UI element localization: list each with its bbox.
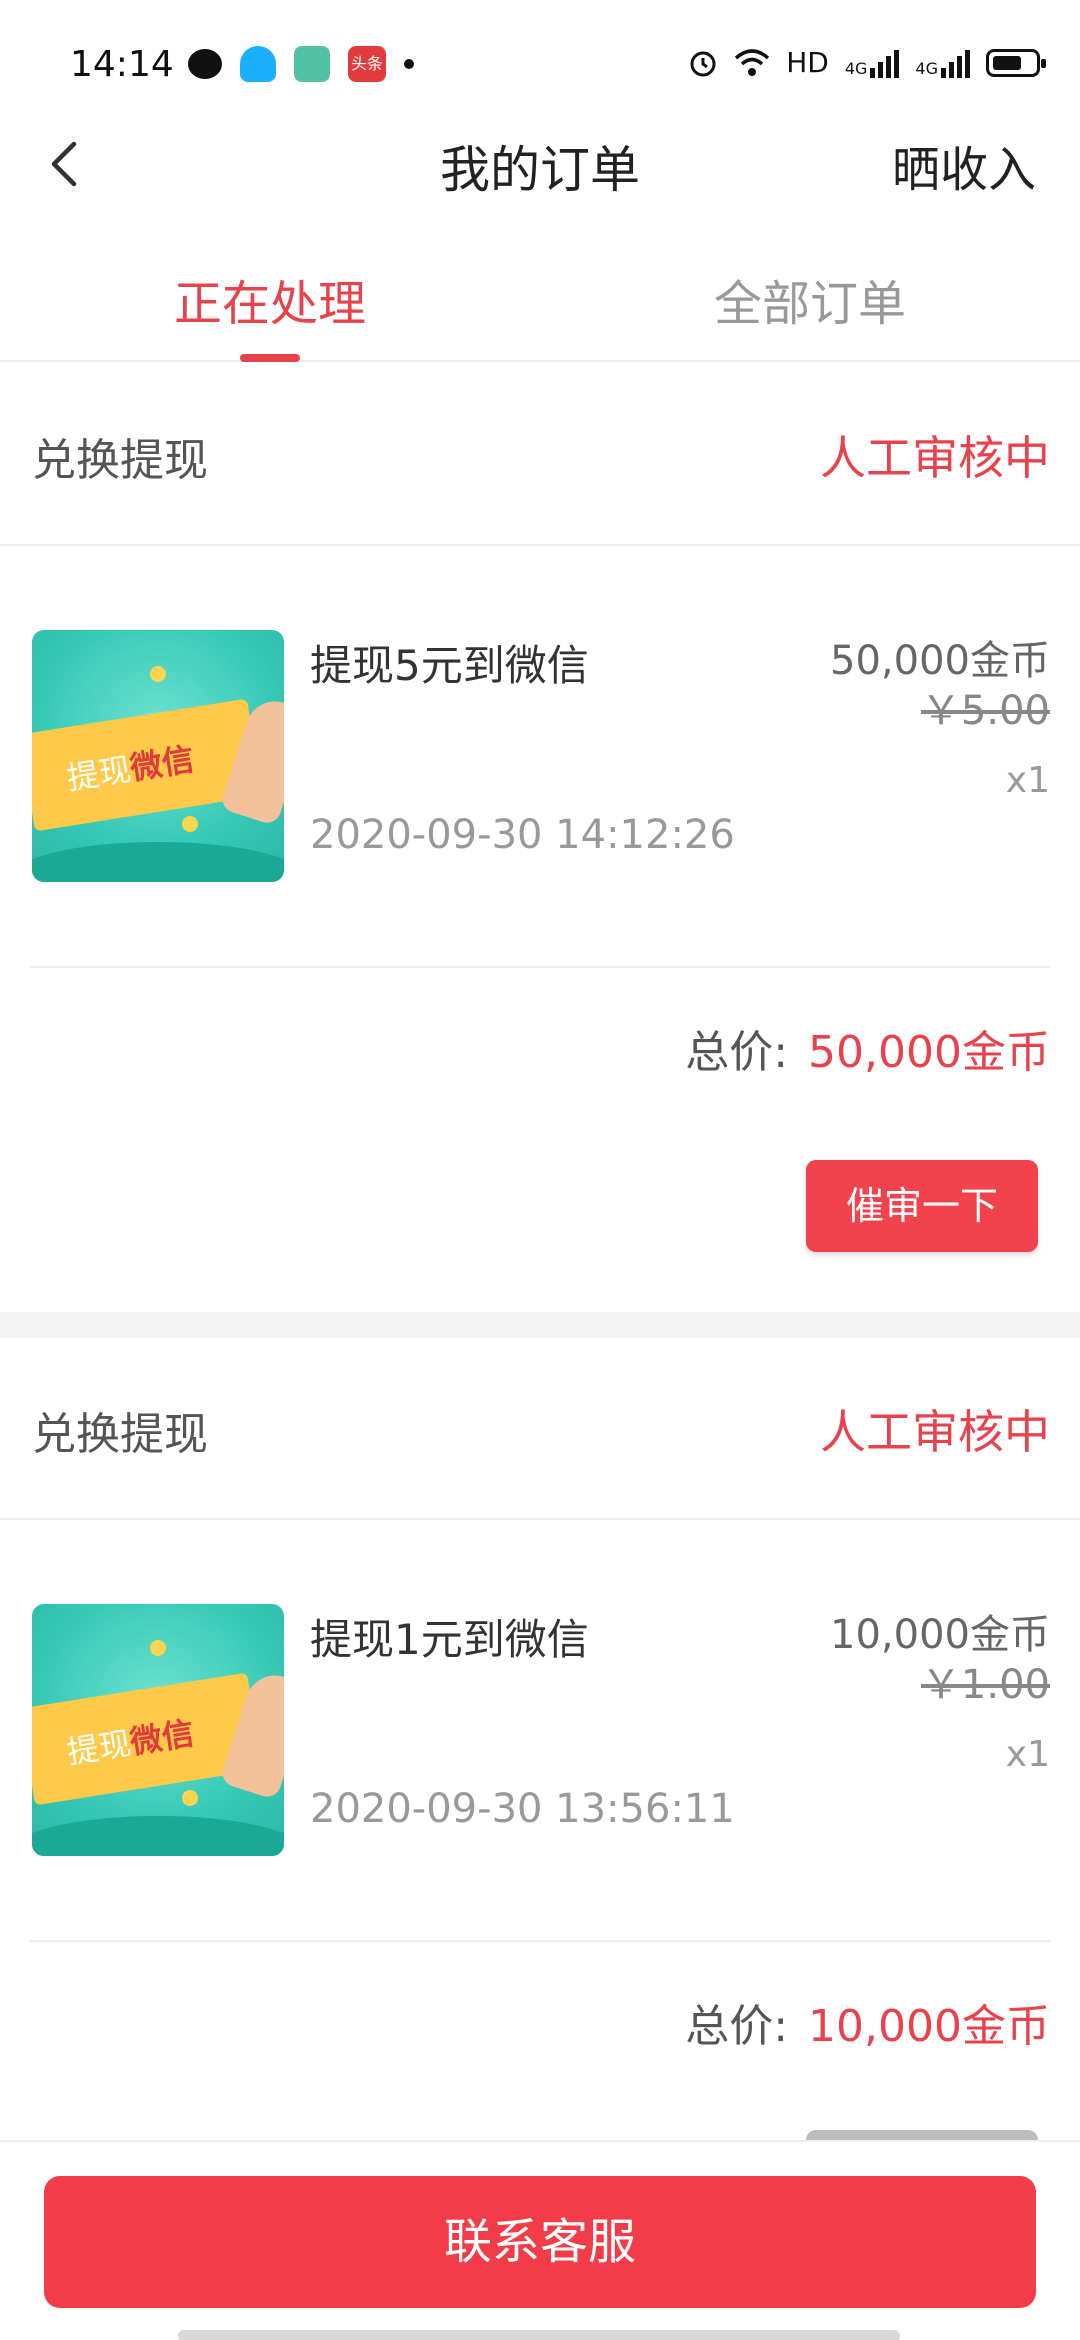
order-tabs: 正在处理 全部订单 bbox=[0, 250, 1080, 362]
order-footer: 总价: 50,000金币 催审一下 bbox=[30, 966, 1050, 1306]
ticket-graphic: 提现 微信 bbox=[32, 698, 263, 832]
product-thumbnail: 提现 微信 bbox=[32, 1604, 284, 1856]
urge-review-button[interactable]: 催审一下 bbox=[806, 1160, 1038, 1252]
bottom-bar: 联系客服 bbox=[0, 2140, 1080, 2340]
toutiao-icon: 头条 bbox=[348, 46, 386, 82]
share-income-button[interactable]: 晒收入 bbox=[892, 130, 1036, 200]
status-time: 14:14 bbox=[70, 44, 174, 85]
order-time: 2020-09-30 13:56:11 bbox=[310, 1786, 735, 1832]
wechat-icon bbox=[188, 49, 222, 79]
app-header: 我的订单 晒收入 bbox=[0, 120, 1080, 210]
hd-label: HD bbox=[786, 46, 829, 79]
signal-2-icon: 4G bbox=[915, 48, 970, 78]
active-tab-indicator bbox=[240, 354, 300, 362]
wifi-icon bbox=[735, 48, 770, 76]
battery-icon bbox=[986, 48, 1046, 77]
more-notifications-dot bbox=[404, 59, 414, 69]
alarm-icon bbox=[690, 51, 716, 76]
order-status: 人工审核中 bbox=[820, 1405, 1050, 1459]
status-bar: 14:14 头条 HD 4G 4G bbox=[0, 0, 1080, 130]
order-header: 兑换提现 人工审核中 bbox=[0, 1338, 1080, 1520]
order-card[interactable]: 兑换提现 人工审核中 提现 微信 提现1元到微信 2020-09-30 13:56… bbox=[0, 1338, 1080, 2138]
order-item[interactable]: 提现 微信 提现1元到微信 2020-09-30 13:56:11 10,000金… bbox=[0, 1520, 1080, 1940]
order-type: 兑换提现 bbox=[32, 1409, 208, 1460]
total-label: 总价: bbox=[685, 1027, 789, 1078]
item-name: 提现5元到微信 bbox=[310, 641, 589, 690]
notification-icons: 头条 bbox=[188, 46, 414, 82]
item-quantity: x1 bbox=[1005, 760, 1050, 801]
ticket-graphic: 提现 微信 bbox=[32, 1672, 263, 1806]
card-divider bbox=[0, 1312, 1080, 1338]
order-header: 兑换提现 人工审核中 bbox=[0, 364, 1080, 546]
item-name: 提现1元到微信 bbox=[310, 1615, 589, 1664]
item-quantity: x1 bbox=[1005, 1734, 1050, 1775]
item-original-price: ￥1.00 bbox=[920, 1662, 1050, 1708]
total-value: 10,000金币 bbox=[808, 2001, 1050, 2052]
system-icons: HD 4G 4G bbox=[688, 46, 1046, 79]
qq-icon bbox=[240, 46, 276, 82]
order-item[interactable]: 提现 微信 提现5元到微信 2020-09-30 14:12:26 50,000金… bbox=[0, 546, 1080, 966]
order-total: 总价: 50,000金币 bbox=[685, 1016, 1050, 1080]
order-type: 兑换提现 bbox=[32, 435, 208, 486]
total-label: 总价: bbox=[685, 2001, 789, 2052]
order-status: 人工审核中 bbox=[820, 431, 1050, 485]
tab-processing[interactable]: 正在处理 bbox=[90, 264, 450, 334]
order-card[interactable]: 兑换提现 人工审核中 提现 微信 提现5元到微信 2020-09-30 14:12… bbox=[0, 364, 1080, 1312]
contact-service-button[interactable]: 联系客服 bbox=[44, 2176, 1036, 2308]
total-value: 50,000金币 bbox=[808, 1027, 1050, 1078]
product-thumbnail: 提现 微信 bbox=[32, 630, 284, 882]
app-icon bbox=[294, 46, 330, 82]
navigation-hint-bar[interactable] bbox=[178, 2330, 900, 2340]
signal-1-icon: 4G bbox=[845, 48, 900, 78]
order-total: 总价: 10,000金币 bbox=[685, 1990, 1050, 2054]
order-time: 2020-09-30 14:12:26 bbox=[310, 812, 735, 858]
item-original-price: ￥5.00 bbox=[920, 688, 1050, 734]
tab-all-orders[interactable]: 全部订单 bbox=[630, 264, 990, 334]
